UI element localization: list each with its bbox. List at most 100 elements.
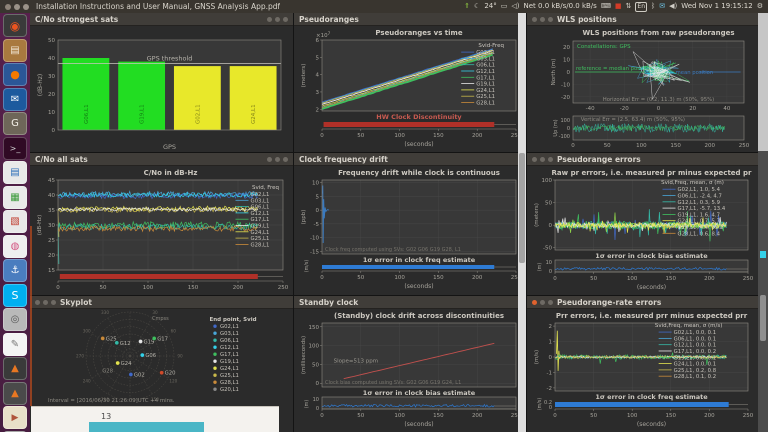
libreoffice-calc-icon[interactable]: ▦	[3, 186, 27, 209]
panel-maximize-button[interactable]	[548, 300, 553, 305]
libreoffice-impress-icon[interactable]: ▧	[3, 210, 27, 233]
disk-utility-icon[interactable]: ◎	[3, 308, 27, 331]
svg-text:G24,L1: G24,L1	[251, 230, 270, 236]
keyboard-layout-indicator[interactable]: En	[635, 2, 647, 12]
panel-maximize-button[interactable]	[548, 157, 553, 162]
sync-arrows-icon[interactable]: ⇅	[626, 3, 632, 10]
system-load-icon[interactable]: ⇑	[464, 3, 470, 10]
svg-text:G28,L1, 0.1, 0.2: G28,L1, 0.1, 0.2	[674, 374, 716, 380]
svg-text:G19,L1: G19,L1	[251, 224, 270, 230]
svg-text:150: 150	[433, 413, 444, 419]
panel-titlebar[interactable]: C/No all sats	[30, 153, 293, 166]
svg-text:-10: -10	[561, 82, 570, 88]
temperature-label[interactable]: 24°	[484, 3, 496, 10]
window-maximize-button[interactable]	[23, 4, 29, 10]
pdf-window-peek[interactable]: 13	[31, 406, 279, 432]
right-edge-scrollbar[interactable]	[758, 13, 768, 432]
panel-titlebar[interactable]: Skyplot	[30, 296, 293, 309]
panel-titlebar[interactable]: Standby clock	[294, 296, 526, 309]
panel-titlebar[interactable]: Pseudorange errors	[527, 153, 758, 166]
middle-column-scrollbar[interactable]	[518, 13, 526, 432]
matlab-2-icon[interactable]: ▲	[3, 382, 27, 405]
panel-titlebar[interactable]: Pseudorange-rate errors	[527, 296, 758, 309]
sound-icon[interactable]: ◀)	[669, 3, 677, 10]
volume-mini-icon[interactable]: ◁)	[511, 3, 519, 10]
panel-maximize-button[interactable]	[283, 157, 288, 162]
svg-text:200: 200	[704, 276, 715, 282]
svg-text:G25,L1, 4.4, 35.2: G25,L1, 4.4, 35.2	[678, 225, 724, 231]
bluetooth-icon[interactable]: ᛒ	[651, 3, 655, 10]
svg-text:250: 250	[278, 285, 289, 291]
libreoffice-writer-icon-glyph: ▤	[10, 167, 19, 178]
software-center-icon[interactable]: ◍	[3, 235, 27, 258]
svg-text:Cmpss: Cmpss	[152, 316, 169, 322]
panel-minimize-button[interactable]	[43, 300, 48, 305]
panel-titlebar[interactable]: Pseudoranges	[294, 13, 526, 26]
panel-minimize-button[interactable]	[540, 300, 545, 305]
svg-text:(ppb): (ppb)	[301, 210, 307, 225]
svg-text:1σ error in clock bias estimat: 1σ error in clock bias estimate	[595, 252, 708, 260]
panel-window-buttons	[532, 17, 553, 22]
svg-text:Constellations: GPS: Constellations: GPS	[577, 44, 631, 50]
svg-text:Horizontal Err = (0.2, 11.3) m: Horizontal Err = (0.2, 11.3) m (50%, 95%…	[603, 97, 714, 103]
panel-window-buttons	[35, 300, 56, 305]
svg-text:240: 240	[83, 379, 91, 384]
record-indicator-icon[interactable]: ■	[615, 3, 622, 10]
indicator-area: ⇑ ☾ 24° ▭◁) Net 0.0 kB/s/0.0 kB/s ⌨ ■ ⇅En ᛒ ✉ ◀) We…	[464, 2, 763, 12]
matlab-icon[interactable]: ▲	[3, 357, 27, 380]
panel-minimize-button[interactable]	[540, 157, 545, 162]
anchor-app-icon[interactable]: ⚓	[3, 259, 27, 282]
terminal-icon[interactable]: >_	[3, 137, 27, 160]
thunderbird-icon[interactable]: ✉	[3, 88, 27, 111]
panel-close-button[interactable]	[267, 157, 272, 162]
panel-close-button[interactable]	[35, 300, 40, 305]
svg-text:Clock bias computed using SVs:: Clock bias computed using SVs: G02 G06 G…	[325, 380, 461, 386]
scrollbar-thumb[interactable]	[519, 153, 525, 263]
session-gear-icon[interactable]: ⚙	[757, 3, 763, 10]
svg-text:150: 150	[670, 143, 681, 149]
panel-titlebar[interactable]: C/No strongest sats	[30, 13, 293, 26]
svg-text:G02,L1: G02,L1	[195, 104, 201, 124]
firefox-icon[interactable]: ●	[3, 63, 27, 86]
skype-icon[interactable]: S	[3, 284, 27, 307]
mail-icon[interactable]: ✉	[659, 3, 665, 10]
panel-close-button[interactable]	[532, 300, 537, 305]
panel-titlebar[interactable]: Clock frequency drift	[294, 153, 526, 166]
panel-maximize-button[interactable]	[283, 17, 288, 22]
panel-titlebar[interactable]: WLS positions	[527, 13, 758, 26]
panel-close-button[interactable]	[532, 157, 537, 162]
matlab-icon-glyph: ▲	[11, 363, 19, 374]
gimp-icon[interactable]: G	[3, 112, 27, 135]
panel-maximize-button[interactable]	[548, 17, 553, 22]
dash-home-icon[interactable]: ◉	[3, 14, 27, 37]
panel-clock-frequency-drift: Clock frequency drift Frequency drift wh…	[294, 153, 526, 295]
panel-minimize-button[interactable]	[275, 157, 280, 162]
panel-close-button[interactable]	[532, 17, 537, 22]
maps-icon[interactable]: ▶	[3, 406, 27, 429]
svg-text:40: 40	[723, 106, 730, 112]
svg-text:1σ error in clock bias estimat: 1σ error in clock bias estimate	[363, 389, 476, 397]
window-close-button[interactable]	[5, 4, 11, 10]
draw-app-icon[interactable]: ✎	[3, 333, 27, 356]
scrollbar-thumb[interactable]	[760, 295, 766, 341]
panel-maximize-button[interactable]	[51, 300, 56, 305]
panel-close-button[interactable]	[267, 17, 272, 22]
weather-moon-icon[interactable]: ☾	[474, 3, 480, 10]
svg-text:40: 40	[48, 193, 55, 199]
svg-text:50: 50	[100, 285, 107, 291]
panel-minimize-button[interactable]	[540, 17, 545, 22]
clock-label[interactable]: Wed Nov 1 19:15:12	[681, 3, 753, 10]
battery-icon[interactable]: ▭	[501, 3, 508, 10]
panel-minimize-button[interactable]	[275, 17, 280, 22]
svg-text:0: 0	[316, 208, 320, 214]
files-icon[interactable]: ▤	[3, 39, 27, 62]
network-speed-label[interactable]: Net 0.0 kB/s/0.0 kB/s	[524, 3, 597, 10]
svg-text:-40: -40	[586, 106, 595, 112]
svg-text:-10: -10	[310, 236, 319, 242]
svg-text:50: 50	[357, 275, 364, 281]
svg-text:G28,L1: G28,L1	[220, 380, 239, 386]
window-minimize-button[interactable]	[14, 4, 20, 10]
svg-text:G12,L1, 0.3, 5.9: G12,L1, 0.3, 5.9	[678, 200, 720, 206]
keyboard-icon[interactable]: ⌨	[601, 3, 611, 10]
libreoffice-writer-icon[interactable]: ▤	[3, 161, 27, 184]
